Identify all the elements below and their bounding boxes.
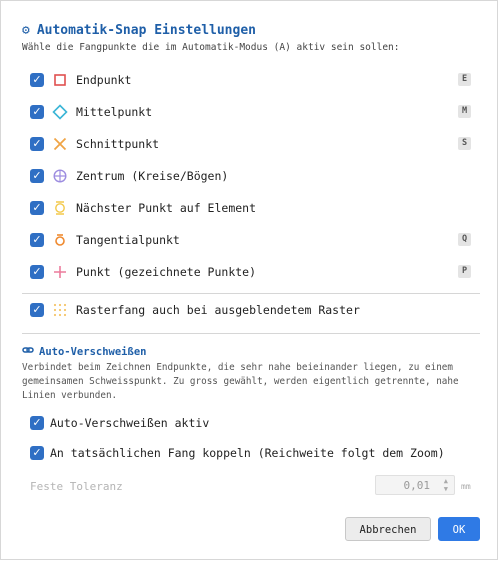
gear-icon: ⚙ <box>22 23 30 38</box>
shortcut-badge-s: S <box>458 137 471 150</box>
grid-snap-label: Rasterfang auch bei ausgeblendetem Raste… <box>76 303 360 317</box>
snap-option-naechster-punkt[interactable]: ✓ Nächster Punkt auf Element <box>30 197 474 219</box>
tolerance-value: 0,01 <box>403 479 431 492</box>
square-icon <box>52 72 68 88</box>
tolerance-input[interactable]: 0,01 ▲ ▼ <box>375 475 455 495</box>
tangent-icon <box>52 232 68 248</box>
tolerance-unit: mm <box>461 482 471 491</box>
schnittpunkt-label: Schnittpunkt <box>76 137 160 151</box>
plus-icon <box>52 264 68 280</box>
grid-snap-checkbox[interactable]: ✓ <box>30 303 44 317</box>
zentrum-checkbox[interactable]: ✓ <box>30 169 44 183</box>
schnittpunkt-checkbox[interactable]: ✓ <box>30 137 44 151</box>
cancel-button[interactable]: Abbrechen <box>345 517 431 541</box>
auto-weld-label: Auto-Verschweißen aktiv <box>50 416 210 430</box>
naechster-punkt-checkbox[interactable]: ✓ <box>30 201 44 215</box>
ok-button[interactable]: OK <box>438 517 480 541</box>
auto-weld-option[interactable]: ✓ Auto-Verschweißen aktiv <box>30 412 209 434</box>
shortcut-badge-q: Q <box>458 233 471 246</box>
punkt-label: Punkt (gezeichnete Punkte) <box>76 265 257 279</box>
snap-option-mittelpunkt[interactable]: ✓ Mittelpunkt M <box>30 101 474 123</box>
divider <box>22 293 480 294</box>
snap-settings-dialog: ⚙ Automatik-Snap Einstellungen Wähle die… <box>0 0 498 560</box>
dialog-title: ⚙ Automatik-Snap Einstellungen <box>22 23 256 38</box>
endpunkt-checkbox[interactable]: ✓ <box>30 73 44 87</box>
diamond-icon <box>52 104 68 120</box>
tangentialpunkt-checkbox[interactable]: ✓ <box>30 233 44 247</box>
dialog-subtitle: Wähle die Fangpunkte die im Automatik-Mo… <box>22 42 400 53</box>
spinner-arrows-icon[interactable]: ▲ ▼ <box>444 477 448 493</box>
zentrum-label: Zentrum (Kreise/Bögen) <box>76 169 229 183</box>
shortcut-badge-m: M <box>458 105 471 118</box>
couple-snap-label: An tatsächlichen Fang koppeln (Reichweit… <box>50 446 445 460</box>
mittelpunkt-checkbox[interactable]: ✓ <box>30 105 44 119</box>
hourglass-icon <box>52 200 68 216</box>
divider <box>22 333 480 334</box>
shortcut-badge-e: E <box>458 73 471 86</box>
snap-option-schnittpunkt[interactable]: ✓ Schnittpunkt S <box>30 133 474 155</box>
snap-option-tangentialpunkt[interactable]: ✓ Tangentialpunkt Q <box>30 229 474 251</box>
weld-section-title-text: Auto-Verschweißen <box>39 345 147 358</box>
dialog-title-text: Automatik-Snap Einstellungen <box>36 23 256 38</box>
shortcut-badge-p: P <box>458 265 471 278</box>
grid-dots-icon <box>52 302 68 318</box>
weld-description: Verbindet beim Zeichnen Endpunkte, die s… <box>22 362 459 401</box>
snap-option-zentrum[interactable]: ✓ Zentrum (Kreise/Bögen) <box>30 165 474 187</box>
couple-snap-option[interactable]: ✓ An tatsächlichen Fang koppeln (Reichwe… <box>30 442 445 464</box>
snap-option-punkt[interactable]: ✓ Punkt (gezeichnete Punkte) P <box>30 261 474 283</box>
endpunkt-label: Endpunkt <box>76 73 132 87</box>
tolerance-label: Feste Toleranz <box>30 480 123 493</box>
mittelpunkt-label: Mittelpunkt <box>76 105 153 119</box>
tangentialpunkt-label: Tangentialpunkt <box>76 233 180 247</box>
couple-snap-checkbox[interactable]: ✓ <box>30 446 44 460</box>
link-icon <box>22 344 34 359</box>
snap-option-endpunkt[interactable]: ✓ Endpunkt E <box>30 69 474 91</box>
grid-snap-option[interactable]: ✓ Rasterfang auch bei ausgeblendetem Ras… <box>30 299 474 321</box>
auto-weld-checkbox[interactable]: ✓ <box>30 416 44 430</box>
cross-x-icon <box>52 136 68 152</box>
weld-section-title: Auto-Verschweißen <box>22 344 146 359</box>
punkt-checkbox[interactable]: ✓ <box>30 265 44 279</box>
naechster-punkt-label: Nächster Punkt auf Element <box>76 201 257 215</box>
circle-crosshair-icon <box>52 168 68 184</box>
